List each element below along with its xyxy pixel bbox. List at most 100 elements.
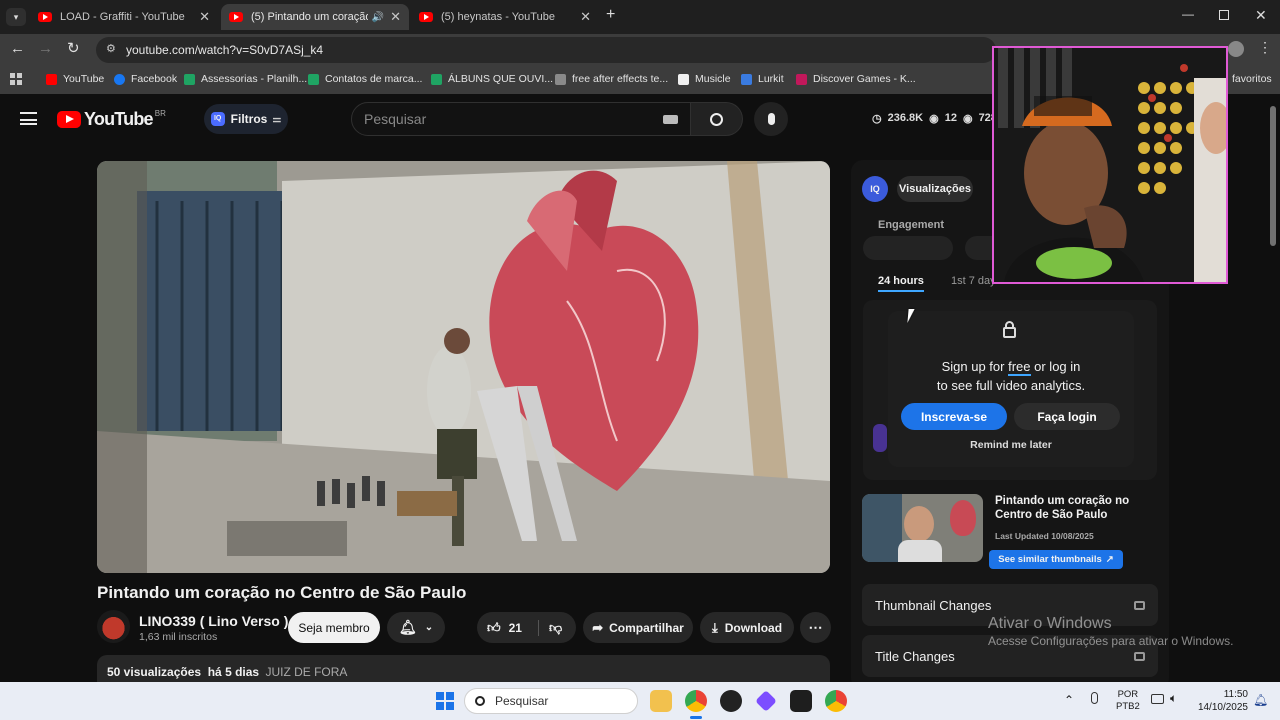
bookmark-free-ae[interactable]: free after effects te...: [555, 73, 668, 85]
volume-icon[interactable]: 🔈︎: [1170, 691, 1177, 706]
hamburger-menu-icon[interactable]: [20, 112, 37, 125]
close-icon[interactable]: ✕: [199, 9, 210, 25]
forward-arrow-icon[interactable]: →: [38, 40, 53, 57]
site-info-icon[interactable]: ⚙: [106, 42, 116, 55]
youtube-logo[interactable]: YouTube BR: [57, 109, 166, 130]
apps-grid-icon[interactable]: [10, 73, 22, 85]
description-box[interactable]: 50 visualizações há 5 dias JUIZ DE FORA: [97, 655, 830, 682]
bookmark-label: Facebook: [131, 73, 178, 85]
chrome-profile-icon[interactable]: [825, 690, 847, 712]
member-button[interactable]: Seja membro: [288, 612, 380, 643]
video-thumbnail[interactable]: [862, 494, 983, 562]
bookmark-discover-games[interactable]: Discover Games - K...: [796, 73, 916, 85]
bookmark-youtube[interactable]: YouTube: [46, 73, 104, 85]
app-diamond-icon[interactable]: [755, 690, 777, 712]
url-text: youtube.com/watch?v=S0vD7ASj_k4: [126, 43, 324, 57]
message-part2: or log in: [1034, 359, 1081, 374]
message-free: free: [1008, 359, 1031, 376]
tab-title: LOAD - Graffiti - YouTube: [60, 11, 185, 23]
video-title: Pintando um coração no Centro de São Pau…: [97, 583, 467, 602]
menu-dots-icon[interactable]: ⋮: [1258, 39, 1272, 56]
notification-bell-icon[interactable]: 🔔︎: [1253, 693, 1268, 707]
download-button[interactable]: ⤓ Download: [700, 612, 794, 643]
clock-date: 14/10/2025: [1197, 702, 1248, 713]
time-tab-24h[interactable]: 24 hours: [878, 275, 924, 292]
bookmark-assessorias[interactable]: Assessorias - Planilh...: [184, 73, 307, 85]
sheets-icon: [431, 73, 442, 85]
bookmark-facebook[interactable]: Facebook: [114, 73, 177, 85]
row-label: Thumbnail Changes: [875, 597, 992, 613]
similar-thumbnails-button[interactable]: See similar thumbnails ↗: [989, 550, 1123, 569]
filters-label: Filtros: [230, 112, 268, 126]
notifications-button[interactable]: 🔔︎ ⌄: [387, 612, 445, 643]
tab-search-icon[interactable]: ▾: [6, 8, 26, 26]
member-button-label: Seja membro: [298, 620, 370, 635]
bookmark-contatos[interactable]: Contatos de marca...: [308, 73, 422, 85]
channel-avatar[interactable]: [97, 610, 130, 643]
address-bar[interactable]: ⚙ youtube.com/watch?v=S0vD7ASj_k4: [96, 37, 996, 63]
login-message: Sign up for free or log in to see full v…: [888, 357, 1134, 395]
search-button[interactable]: [691, 102, 743, 136]
browser-tab-pintando[interactable]: (5) Pintando um coração no Centro de São…: [221, 4, 409, 30]
terminal-icon[interactable]: [790, 690, 812, 712]
webcam-overlay: [992, 46, 1228, 284]
keyboard-icon[interactable]: [663, 114, 678, 124]
close-icon[interactable]: ✕: [390, 9, 401, 25]
like-button[interactable]: 👍︎ 21: [477, 619, 539, 636]
close-window-button[interactable]: ✕: [1255, 7, 1267, 24]
speaker-icon[interactable]: 🔊: [372, 12, 384, 23]
github-desktop-icon[interactable]: [720, 690, 742, 712]
mouse-cursor-icon: [907, 309, 921, 323]
search-input[interactable]: Pesquisar: [351, 102, 691, 136]
youtube-favicon-icon: [419, 12, 433, 22]
channel-name[interactable]: LINO339 ( Lino Verso ): [139, 613, 288, 629]
voice-search-button[interactable]: [754, 102, 788, 136]
new-tab-button[interactable]: +: [606, 6, 615, 24]
more-actions-button[interactable]: ⋯: [800, 612, 831, 643]
youtube-icon: [46, 73, 57, 85]
more-dots-icon: ⋯: [808, 619, 823, 635]
close-icon[interactable]: ✕: [580, 9, 591, 25]
login-label: Faça login: [1037, 409, 1097, 424]
vidiq-logo-icon: IQ: [862, 176, 888, 202]
bookmark-lurkit[interactable]: Lurkit: [741, 73, 784, 85]
video-frame: [97, 161, 830, 573]
taskbar-search[interactable]: Pesquisar: [464, 688, 638, 714]
reload-icon[interactable]: ↻: [67, 39, 80, 57]
windows-start-icon[interactable]: [436, 692, 454, 710]
channel-stats: ◷ 236.8K ◉ 12 ◉ 728: [872, 112, 997, 125]
chevron-up-icon[interactable]: ⌃: [1064, 693, 1074, 707]
browser-tab-heynatas[interactable]: (5) heynatas - YouTube ✕: [411, 4, 599, 30]
bell-icon: 🔔︎: [398, 619, 417, 635]
tab-visualizacoes[interactable]: Visualizações: [897, 176, 973, 202]
remind-later-link[interactable]: Remind me later: [888, 439, 1134, 451]
signup-button[interactable]: Inscreva-se: [901, 403, 1007, 430]
browser-tab-load-graffiti[interactable]: LOAD - Graffiti - YouTube ✕: [30, 4, 218, 30]
bookmark-musicle[interactable]: Musicle: [678, 73, 731, 85]
chrome-icon[interactable]: [685, 690, 707, 712]
back-arrow-icon[interactable]: ←: [10, 40, 25, 57]
share-button[interactable]: ➦ Compartilhar: [583, 612, 693, 643]
bookmark-favoritos[interactable]: favoritos: [1232, 73, 1272, 85]
keyboard-layout: PTB2: [1116, 701, 1140, 712]
video-player[interactable]: [97, 161, 830, 573]
bookmark-label: ÁLBUNS QUE OUVI...: [448, 73, 554, 85]
network-icon[interactable]: [1151, 694, 1164, 704]
maximize-button[interactable]: [1219, 10, 1229, 20]
clock[interactable]: 11:50 14/10/2025: [1196, 688, 1248, 714]
bookmark-site-icon: [678, 73, 689, 85]
description-tag[interactable]: JUIZ DE FORA: [265, 665, 347, 679]
microphone-icon[interactable]: [1091, 692, 1098, 704]
minimize-button[interactable]: —: [1182, 7, 1194, 21]
login-button[interactable]: Faça login: [1014, 403, 1120, 430]
bookmark-albuns[interactable]: ÁLBUNS QUE OUVI...: [431, 73, 553, 85]
file-explorer-icon[interactable]: [650, 690, 672, 712]
dislike-button[interactable]: 👎︎: [539, 620, 562, 636]
filters-button[interactable]: IQ Filtros ⚌: [204, 104, 288, 134]
page-scrollbar[interactable]: [1270, 106, 1276, 246]
language-indicator[interactable]: POR PTB2: [1116, 689, 1140, 713]
similar-label: See similar thumbnails: [998, 554, 1102, 565]
profile-avatar[interactable]: [1228, 41, 1244, 57]
tab-label: Visualizações: [899, 183, 971, 195]
active-app-indicator: [690, 716, 702, 719]
